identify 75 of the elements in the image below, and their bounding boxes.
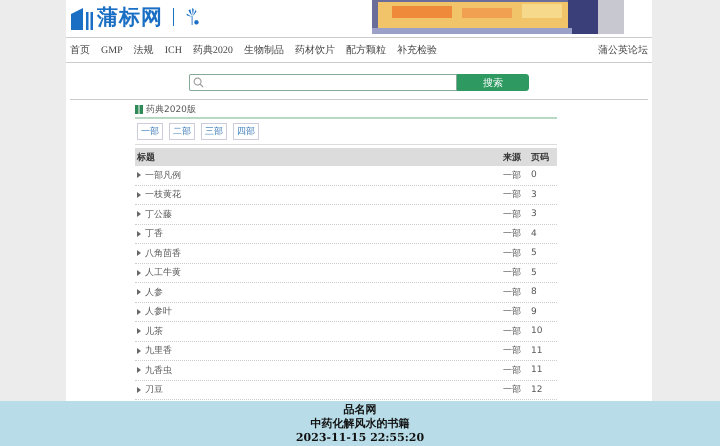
section-title: 药典2020版 (146, 104, 196, 116)
table-cell-text: 一部 (503, 266, 522, 280)
table-cell-text: 一部 (503, 326, 522, 338)
entry-link[interactable]: 九香虫 (145, 364, 172, 377)
column-header: 页码 (531, 152, 550, 164)
nav-link[interactable]: 首页 (70, 43, 90, 57)
table-cell-text: 一部 (503, 208, 522, 221)
nav-link[interactable]: 药典2020 (192, 43, 233, 57)
table-cell-text: 3 (531, 209, 538, 220)
bullet-icon (137, 211, 141, 218)
table-cell-text: 8 (531, 287, 538, 298)
search-field[interactable] (189, 74, 457, 91)
bullet-icon (137, 289, 141, 296)
bullet-icon (137, 230, 141, 237)
table-cell-text: 一部 (503, 228, 522, 240)
table-cell-text: 4 (531, 228, 538, 239)
bullet-icon (137, 270, 141, 276)
volume-tab[interactable]: 三部 (201, 123, 227, 140)
bullet-icon (137, 250, 141, 256)
entry-link[interactable]: 丁香 (145, 227, 163, 240)
bullet-icon (137, 172, 141, 178)
caption-text: 品名网 (344, 403, 376, 417)
bullet-icon (137, 192, 141, 198)
table-cell-text: 11 (531, 346, 544, 356)
table-cell-text: 9 (531, 306, 538, 317)
table-cell-text: 12 (531, 384, 544, 395)
nav-link[interactable]: 法规 (134, 43, 154, 57)
table-cell-text: 5 (531, 248, 538, 258)
volume-tab[interactable]: 二部 (169, 123, 195, 140)
nav-link[interactable]: 药材饮片 (294, 43, 335, 57)
entry-link[interactable]: 八角茴香 (145, 246, 181, 260)
nav-link[interactable]: 配方颗粒 (346, 43, 386, 57)
column-header: 标题 (137, 152, 156, 164)
table-cell-text: 一部 (503, 384, 522, 396)
volume-tab[interactable]: 四部 (233, 123, 259, 140)
forum-link[interactable]: 蒲公英论坛 (598, 43, 648, 57)
bullet-icon (137, 328, 141, 334)
nav-link[interactable]: 生物制品 (244, 43, 284, 57)
table-cell-text: 3 (531, 190, 538, 200)
entry-link[interactable]: 丁公藤 (145, 208, 172, 221)
table-cell-text: 0 (531, 170, 538, 180)
table-cell-text: 一部 (503, 248, 522, 260)
nav-link[interactable]: GMP (101, 44, 123, 56)
entry-link[interactable]: 人参叶 (145, 305, 172, 318)
entry-link[interactable]: 九里香 (145, 344, 172, 358)
entry-link[interactable]: 刀豆 (145, 383, 163, 396)
entry-link[interactable]: 人工牛黄 (145, 266, 181, 280)
table-cell-text: 一部 (503, 170, 522, 182)
entry-link[interactable]: 儿茶 (145, 324, 163, 338)
dandelion-icon (184, 7, 200, 27)
bullet-icon (137, 386, 141, 393)
caption-text: 2023-11-15 22:55:20 (296, 431, 424, 445)
entry-link[interactable]: 一枝黄花 (145, 188, 181, 202)
table-cell-text: 一部 (503, 188, 522, 202)
caption-text: 中药化解风水的书籍 (310, 417, 410, 431)
bullet-icon (137, 348, 141, 354)
table-cell-text: 11 (531, 365, 544, 376)
table-cell-text: 一部 (503, 286, 522, 299)
book-icon (135, 105, 143, 114)
nav-link[interactable]: 补充检验 (396, 43, 437, 57)
bullet-icon (137, 367, 141, 374)
entry-link[interactable]: 一部凡例 (145, 168, 181, 182)
column-header: 来源 (503, 151, 522, 164)
table-cell-text: 一部 (503, 306, 522, 318)
entry-link[interactable]: 人参 (145, 286, 163, 299)
table-cell-text: 一部 (503, 364, 522, 377)
volume-tab[interactable]: 一部 (137, 123, 163, 140)
table-cell-text: 一部 (503, 344, 522, 358)
search-icon (193, 77, 204, 88)
site-logo-text[interactable]: 蒲标网 (97, 4, 163, 30)
table-cell-text: 10 (531, 326, 544, 336)
search-button[interactable]: 搜索 (457, 74, 529, 91)
nav-link[interactable]: ICH (164, 44, 182, 56)
table-cell-text: 5 (531, 268, 538, 278)
bullet-icon (137, 308, 141, 315)
